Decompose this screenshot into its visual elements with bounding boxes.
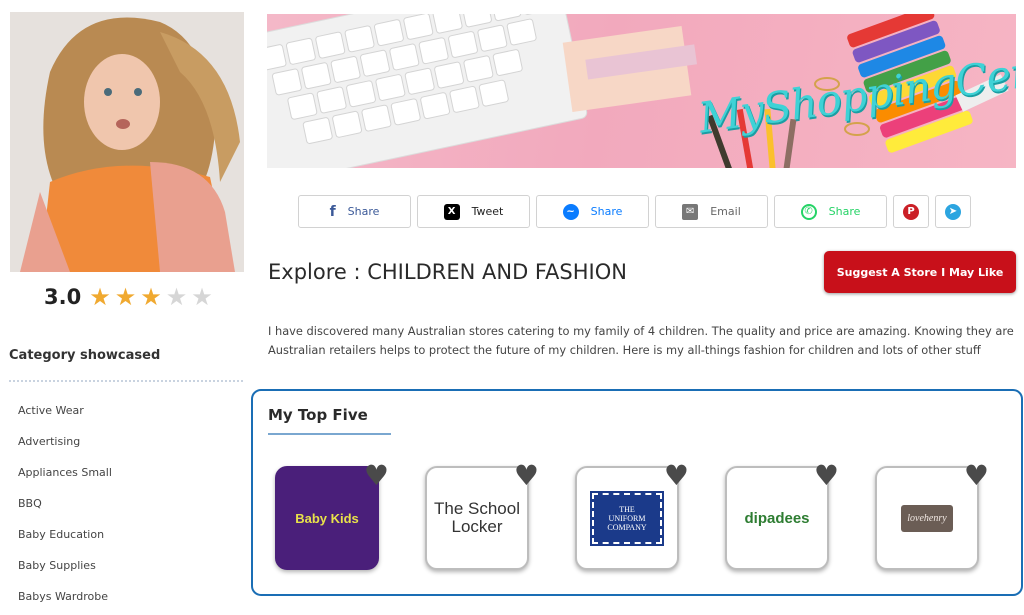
title-underline (268, 433, 391, 435)
store-logo: dipadees (744, 509, 810, 527)
store-logo: lovehenry (901, 504, 953, 532)
x-icon: X (443, 203, 460, 220)
category-title: Category showcased (9, 348, 161, 363)
favorite-heart-icon[interactable]: ♥ (514, 462, 539, 490)
store-card-school-locker[interactable]: The School Locker ♥ (425, 462, 539, 570)
share-label: Share (347, 205, 380, 218)
whatsapp-share-button[interactable]: ✆ Share (774, 195, 887, 228)
store-logo: The School Locker (434, 499, 520, 536)
category-item[interactable]: Advertising (18, 429, 112, 460)
category-item[interactable]: Appliances Small (18, 460, 112, 491)
share-label: Share (828, 205, 861, 218)
facebook-icon: f (329, 203, 336, 220)
store-card-dipadees[interactable]: dipadees ♥ (725, 462, 839, 570)
category-list: Active Wear Advertising Appliances Small… (18, 398, 112, 615)
email-share-button[interactable]: ✉ Email (655, 195, 768, 228)
category-item[interactable]: BBQ (18, 491, 112, 522)
top-five-panel: My Top Five Baby Kids ♥ The School Locke… (251, 389, 1023, 596)
favorite-heart-icon[interactable]: ♥ (364, 462, 389, 490)
share-label: Tweet (471, 205, 504, 218)
page-title: Explore : CHILDREN AND FASHION (268, 260, 627, 284)
star-icon: ★ (89, 283, 111, 311)
rating: 3.0 ★ ★ ★ ★ ★ (44, 282, 213, 312)
store-card-lovehenry[interactable]: lovehenry ♥ (875, 462, 989, 570)
favorite-heart-icon[interactable]: ♥ (814, 462, 839, 490)
category-item[interactable]: Baby Education (18, 522, 112, 553)
star-icon: ★ (140, 283, 162, 311)
profile-photo (10, 12, 244, 272)
pinterest-share-button[interactable]: P (893, 195, 929, 228)
telegram-share-button[interactable]: ➤ (935, 195, 971, 228)
category-item[interactable]: Babys Wardrobe (18, 584, 112, 615)
x-tweet-button[interactable]: X Tweet (417, 195, 530, 228)
share-label: Email (710, 205, 741, 218)
star-icon: ★ (191, 283, 213, 311)
store-logo: Baby Kids (295, 510, 359, 526)
category-divider (9, 380, 243, 382)
pinterest-icon: P (903, 203, 919, 220)
favorite-heart-icon[interactable]: ♥ (664, 462, 689, 490)
top-five-title: My Top Five (268, 406, 368, 424)
category-item[interactable]: Active Wear (18, 398, 112, 429)
share-bar: f Share X Tweet ~ Share ✉ Email ✆ Share … (298, 195, 971, 228)
facebook-share-button[interactable]: f Share (298, 195, 411, 228)
store-card-baby-kids[interactable]: Baby Kids ♥ (275, 462, 389, 570)
store-card-uniform-company[interactable]: THE UNIFORM COMPANY ♥ (575, 462, 689, 570)
store-logo: THE UNIFORM COMPANY (590, 490, 664, 546)
suggest-store-button[interactable]: Suggest A Store I May Like (824, 251, 1016, 293)
star-icon: ★ (165, 283, 188, 311)
rating-value: 3.0 (44, 285, 82, 309)
banner: MyShoppingCentre (267, 14, 1016, 168)
favorite-heart-icon[interactable]: ♥ (964, 462, 989, 490)
share-label: Share (590, 205, 623, 218)
email-icon: ✉ (682, 203, 699, 220)
description: I have discovered many Australian stores… (268, 324, 1014, 357)
star-icon: ★ (114, 283, 137, 311)
whatsapp-icon: ✆ (800, 203, 817, 220)
messenger-icon: ~ (562, 203, 579, 220)
telegram-icon: ➤ (945, 203, 961, 220)
category-item[interactable]: Baby Supplies (18, 553, 112, 584)
messenger-share-button[interactable]: ~ Share (536, 195, 649, 228)
